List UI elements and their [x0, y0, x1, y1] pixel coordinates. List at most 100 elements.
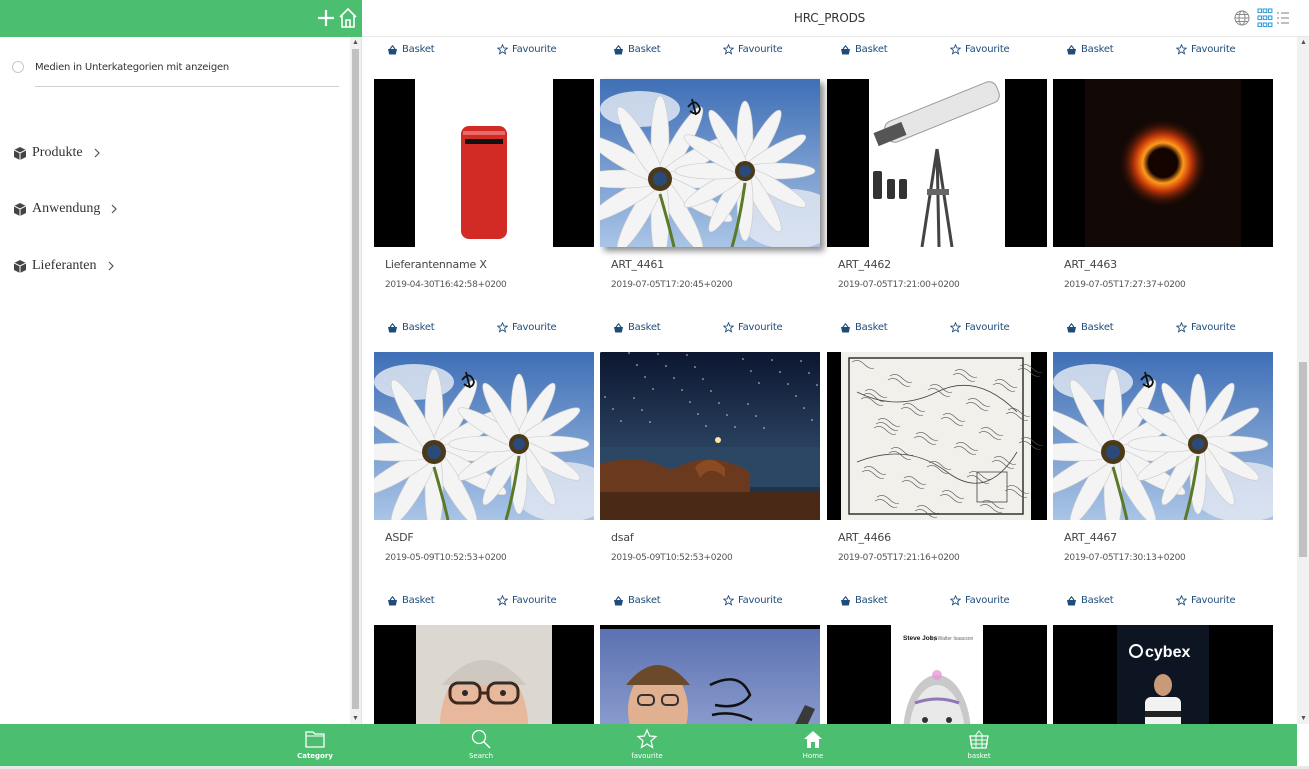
basket-button[interactable]: Basket	[840, 595, 888, 606]
media-title[interactable]: ART_4467	[1064, 531, 1117, 544]
nav-item-search[interactable]: Search	[451, 728, 511, 760]
star-outline-icon	[497, 322, 508, 333]
media-card[interactable]	[827, 79, 1047, 247]
nav-item-favourite[interactable]: favourite	[617, 728, 677, 760]
subcategory-toggle[interactable]: Medien in Unterkategorien mit anzeigen	[12, 61, 229, 73]
nav-item-label: Category	[297, 752, 333, 760]
favourite-button[interactable]: Favourite	[1176, 322, 1236, 333]
media-title[interactable]: ASDF	[385, 531, 414, 544]
basket-label: Basket	[855, 44, 888, 55]
basket-icon	[1067, 44, 1076, 54]
media-title[interactable]: ART_4461	[611, 258, 664, 271]
scroll-down-arrow-icon[interactable]: ▼	[1300, 715, 1307, 722]
basket-button[interactable]: Basket	[1066, 322, 1114, 333]
media-card[interactable]	[600, 352, 820, 520]
favourite-label: Favourite	[512, 595, 557, 606]
media-title[interactable]: dsaf	[611, 531, 634, 544]
media-card[interactable]: Steve Jobs by Walter Isaacson	[827, 625, 1047, 724]
media-date: 2019-07-05T17:21:00+0200	[838, 280, 960, 290]
basket-button[interactable]: Basket	[840, 44, 888, 55]
basket-label: Basket	[402, 44, 435, 55]
globe-icon[interactable]	[1234, 10, 1250, 26]
nav-item-basket[interactable]: basket	[949, 728, 1009, 760]
basket-button[interactable]: Basket	[613, 322, 661, 333]
basket-button[interactable]: Basket	[387, 44, 435, 55]
scrollbar-thumb[interactable]	[352, 49, 359, 709]
nav-item-home[interactable]: Home	[783, 728, 843, 760]
thumbnail-image[interactable]	[374, 625, 594, 724]
sidebar-scrollbar[interactable]: ▲ ▼	[350, 37, 361, 724]
thumbnail-image[interactable]	[600, 625, 820, 724]
radio-button[interactable]	[12, 61, 24, 73]
media-card[interactable]	[1053, 79, 1273, 247]
media-card[interactable]	[827, 352, 1047, 520]
favourite-button[interactable]: Favourite	[497, 44, 557, 55]
thumbnail-image[interactable]	[374, 352, 594, 520]
media-card[interactable]	[600, 79, 820, 247]
star-outline-icon	[723, 44, 734, 55]
media-title[interactable]: Lieferantenname X	[385, 258, 487, 271]
content-scrollbar[interactable]: ▲ ▼	[1297, 37, 1309, 724]
basket-button[interactable]: Basket	[387, 595, 435, 606]
nav-item-category[interactable]: Category	[285, 728, 345, 760]
favourite-button[interactable]: Favourite	[1176, 44, 1236, 55]
star-outline-icon	[723, 322, 734, 333]
favourite-button[interactable]: Favourite	[497, 322, 557, 333]
media-card[interactable]: cybex	[1053, 625, 1273, 724]
basket-icon	[969, 730, 989, 749]
basket-button[interactable]: Basket	[1066, 595, 1114, 606]
scrollbar-thumb[interactable]	[1299, 362, 1307, 557]
favourite-button[interactable]: Favourite	[497, 595, 557, 606]
scroll-down-arrow-icon[interactable]: ▼	[352, 715, 359, 722]
basket-button[interactable]: Basket	[387, 322, 435, 333]
basket-button[interactable]: Basket	[1066, 44, 1114, 55]
list-view-icon[interactable]	[1276, 10, 1290, 26]
favourite-button[interactable]: Favourite	[950, 322, 1010, 333]
media-card[interactable]	[600, 625, 820, 724]
svg-text:by Walter Isaacson: by Walter Isaacson	[931, 636, 974, 642]
star-outline-icon	[950, 322, 961, 333]
cube-icon	[14, 259, 26, 273]
thumbnail-image[interactable]	[827, 352, 1047, 520]
thumbnail-image[interactable]: cybex	[1053, 625, 1273, 724]
favourite-button[interactable]: Favourite	[950, 44, 1010, 55]
media-title[interactable]: ART_4462	[838, 258, 891, 271]
thumbnail-image[interactable]	[827, 79, 1047, 247]
media-card[interactable]	[1053, 352, 1273, 520]
thumbnail-image[interactable]	[600, 352, 820, 520]
media-date: 2019-04-30T16:42:58+0200	[385, 280, 507, 290]
favourite-button[interactable]: Favourite	[950, 595, 1010, 606]
thumbnail-image[interactable]	[1053, 352, 1273, 520]
favourite-button[interactable]: Favourite	[723, 44, 783, 55]
media-card[interactable]	[374, 352, 594, 520]
grid-view-icon[interactable]	[1257, 8, 1273, 28]
sidebar-item-label: Lieferanten	[32, 258, 97, 273]
favourite-button[interactable]: Favourite	[723, 322, 783, 333]
favourite-button[interactable]: Favourite	[723, 595, 783, 606]
sidebar-item-label: Produkte	[32, 145, 83, 160]
media-title[interactable]: ART_4463	[1064, 258, 1117, 271]
basket-icon	[841, 44, 850, 54]
sidebar-item-produkte[interactable]: Produkte	[14, 145, 101, 161]
plus-icon[interactable]	[317, 7, 335, 29]
thumbnail-image[interactable]: Steve Jobs by Walter Isaacson	[827, 625, 1047, 724]
sidebar-item-anwendung[interactable]: Anwendung	[14, 201, 118, 217]
thumbnail-image[interactable]	[600, 79, 820, 247]
basket-label: Basket	[1081, 44, 1114, 55]
home-outline-icon[interactable]	[338, 6, 358, 30]
basket-button[interactable]: Basket	[840, 322, 888, 333]
basket-button[interactable]: Basket	[613, 44, 661, 55]
category-sidebar: Medien in Unterkategorien mit anzeigen P…	[0, 37, 362, 724]
favourite-button[interactable]: Favourite	[1176, 595, 1236, 606]
scroll-up-arrow-icon[interactable]: ▲	[352, 39, 359, 46]
sidebar-item-lieferanten[interactable]: Lieferanten	[14, 258, 115, 274]
media-card[interactable]	[374, 79, 594, 247]
scroll-up-arrow-icon[interactable]: ▲	[1300, 39, 1307, 46]
media-title[interactable]: ART_4466	[838, 531, 891, 544]
thumbnail-image[interactable]	[374, 79, 594, 247]
thumbnail-image[interactable]	[1053, 79, 1273, 247]
basket-button[interactable]: Basket	[613, 595, 661, 606]
media-card[interactable]	[374, 625, 594, 724]
star-icon	[636, 728, 658, 749]
home-icon	[804, 731, 822, 748]
